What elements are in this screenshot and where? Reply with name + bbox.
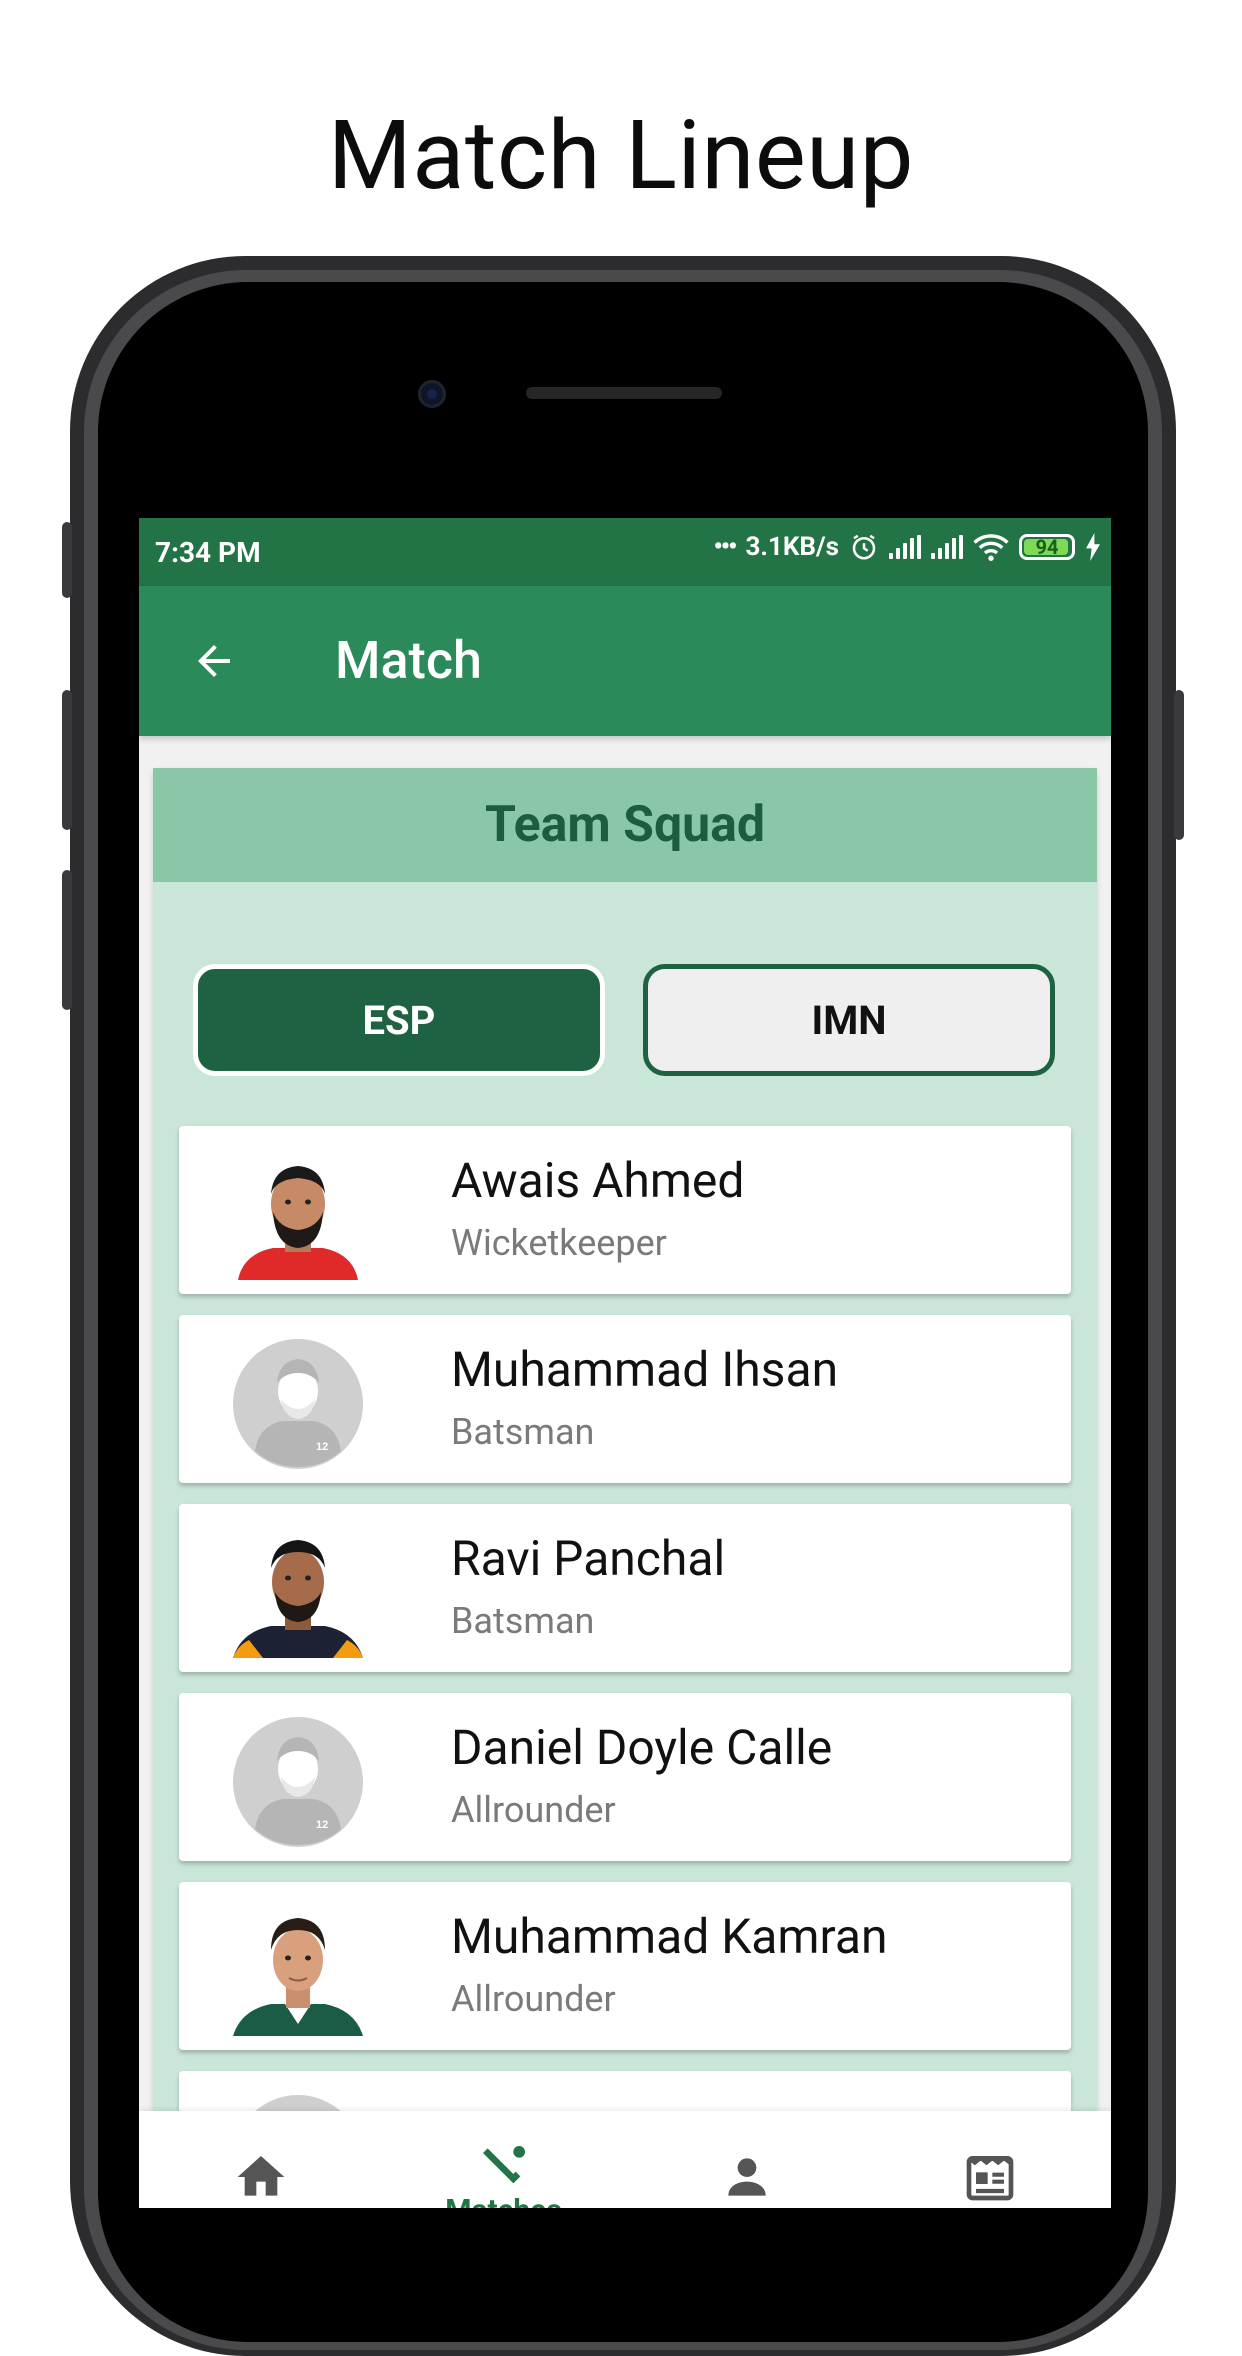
player-role: Allrounder: [451, 1789, 616, 1831]
alarm-icon: [852, 534, 876, 560]
earpiece-speaker: [526, 387, 722, 399]
app-bar: Match: [139, 586, 1111, 736]
more-dots-icon: •••: [713, 532, 737, 562]
phone-side-button-power: [1174, 690, 1184, 840]
player-name: Ravi Panchal: [451, 1530, 726, 1587]
bottom-navigation: Matches: [139, 2111, 1111, 2208]
front-camera: [418, 380, 446, 408]
cricket-icon: [482, 2146, 525, 2184]
player-row[interactable]: 12 Muhammad Ihsan Batsman: [179, 1315, 1071, 1483]
player-photo: [233, 1540, 363, 1658]
player-photo: [238, 1166, 358, 1280]
player-placeholder-avatar: 12: [233, 1717, 363, 1847]
team-tab-esp[interactable]: ESP: [193, 964, 605, 1076]
player-row[interactable]: Awais Ahmed Wicketkeeper: [179, 1126, 1071, 1294]
battery-level: 94: [1035, 535, 1059, 559]
signal-sim1-icon: [889, 535, 921, 559]
nav-home[interactable]: [139, 2111, 382, 2208]
app-bar-title: Match: [335, 630, 482, 691]
phone-side-button-volume-up: [62, 690, 72, 830]
battery-icon: 94: [1019, 534, 1075, 560]
person-icon: [727, 2158, 766, 2196]
back-button[interactable]: [181, 628, 247, 694]
player-name: Awais Ahmed: [451, 1152, 745, 1209]
nav-matches-label: Matches: [445, 2193, 562, 2208]
phone-side-button-volume-down: [62, 870, 72, 1010]
arrow-back-icon: [198, 645, 230, 677]
svg-text:12: 12: [316, 1441, 328, 1453]
player-row[interactable]: Muhammad Kamran Allrounder: [179, 1882, 1071, 2050]
player-list: Awais Ahmed Wicketkeeper 12 Muhammad Ihs…: [179, 1126, 1071, 2208]
player-photo: [233, 1918, 363, 2036]
status-bar: 7:34 PM ••• 3.1KB/s 94: [139, 518, 1111, 586]
team-squad-title: Team Squad: [484, 796, 766, 854]
team-squad-header: Team Squad: [153, 768, 1097, 882]
svg-text:12: 12: [316, 1819, 328, 1831]
home-icon: [237, 2156, 284, 2196]
status-time: 7:34 PM: [155, 536, 261, 569]
player-name: Muhammad Ihsan: [451, 1341, 839, 1398]
phone-side-button-silent: [62, 522, 72, 598]
nav-news[interactable]: [868, 2111, 1111, 2208]
wifi-icon: [973, 534, 1009, 561]
news-icon: [966, 2156, 1013, 2201]
player-name: Daniel Doyle Calle: [451, 1719, 833, 1776]
player-row[interactable]: Ravi Panchal Batsman: [179, 1504, 1071, 1672]
nav-matches[interactable]: Matches: [382, 2111, 625, 2208]
nav-profile[interactable]: [625, 2111, 868, 2208]
team-tab-imn[interactable]: IMN: [643, 964, 1055, 1076]
phone-screen: 7:34 PM ••• 3.1KB/s 94 Match Team Squad …: [139, 518, 1111, 2208]
team-squad-card: Team Squad ESP IMN Awais Ahmed Wicketkee…: [153, 768, 1097, 2208]
player-role: Wicketkeeper: [451, 1222, 667, 1264]
network-speed: 3.1KB/s: [745, 532, 839, 562]
page-title: Match Lineup: [327, 100, 915, 212]
signal-sim2-icon: [931, 535, 963, 559]
player-role: Batsman: [451, 1411, 595, 1453]
player-role: Batsman: [451, 1600, 595, 1642]
player-placeholder-avatar: 12: [233, 1339, 363, 1469]
charging-icon: [1086, 533, 1100, 561]
player-row[interactable]: 12 Daniel Doyle Calle Allrounder: [179, 1693, 1071, 1861]
player-name: Muhammad Kamran: [451, 1908, 888, 1965]
player-role: Allrounder: [451, 1978, 616, 2020]
status-indicators: ••• 3.1KB/s 94: [713, 532, 1101, 562]
